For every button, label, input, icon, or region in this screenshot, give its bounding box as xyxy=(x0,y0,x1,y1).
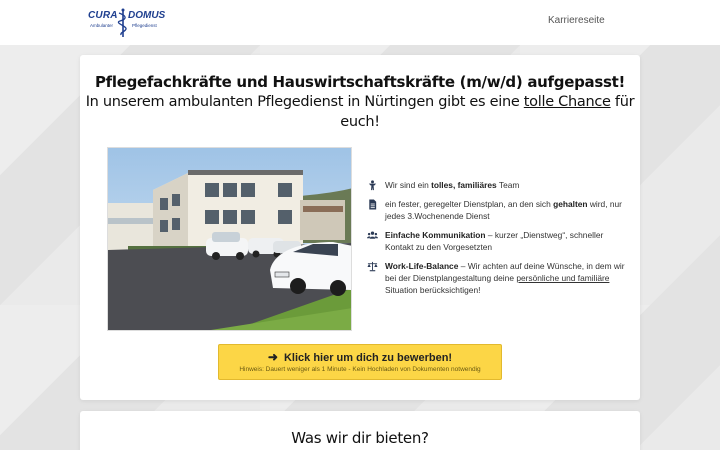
arrow-right-icon: ➜ xyxy=(267,350,278,364)
apply-button-label: Klick hier um dich zu bewerben! xyxy=(283,352,453,364)
top-navigation-bar: CURA DOMUS Ambulanter Pflegedienst Karri… xyxy=(0,0,720,45)
document-icon xyxy=(369,199,377,210)
feature-2-prefix: ein fester, geregelter Dienstplan, an de… xyxy=(385,199,554,209)
feature-4-suffix: Situation berücksichtigen! xyxy=(385,285,481,295)
office-building-photo xyxy=(107,147,352,331)
person-icon xyxy=(368,180,377,191)
headline-bold: Pflegefachkräfte und Hauswirtschaftskräf… xyxy=(94,73,626,91)
headline-part-1: In unserem ambulanten Pflegedienst in Nü… xyxy=(85,94,524,110)
logo-subtitle-left: Ambulanter xyxy=(90,23,114,28)
list-item: Einfache Kommunikation – kurzer „Dienstw… xyxy=(367,229,627,253)
logo-subtitle-right: Pflegedienst xyxy=(132,23,157,28)
feature-3-bold: Einfache Kommunikation xyxy=(385,230,486,240)
page-headline: Pflegefachkräfte und Hauswirtschaftskräf… xyxy=(80,72,640,132)
feature-1-bold: tolles, familiäres xyxy=(431,180,497,190)
benefits-card: Was wir dir bieten? xyxy=(80,411,640,450)
list-item: Work-Life-Balance – Wir achten auf deine… xyxy=(367,260,627,296)
feature-list: Wir sind ein tolles, familiäres Team ein… xyxy=(367,179,627,303)
group-icon xyxy=(367,231,378,239)
hero-card: Pflegefachkräfte und Hauswirtschaftskräf… xyxy=(80,55,640,400)
logo-word-right: DOMUS xyxy=(128,10,166,21)
headline-subline: In unserem ambulanten Pflegedienst in Nü… xyxy=(80,92,640,132)
balance-scale-icon xyxy=(367,261,378,272)
headline-underlined: tolle Chance xyxy=(523,94,611,110)
list-item: ein fester, geregelter Dienstplan, an de… xyxy=(367,198,627,222)
feature-1-suffix: Team xyxy=(496,180,520,190)
career-page-link[interactable]: Karriereseite xyxy=(548,15,605,26)
benefits-section-title: Was wir dir bieten? xyxy=(291,429,429,447)
feature-2-bold: gehalten xyxy=(553,199,588,209)
list-item: Wir sind ein tolles, familiäres Team xyxy=(367,179,627,191)
apply-now-button[interactable]: ➜ Klick hier um dich zu bewerben! Hinweis… xyxy=(218,344,502,380)
logo-word-left: CURA xyxy=(88,10,118,21)
apply-button-hint: Hinweis: Dauert weniger als 1 Minute - K… xyxy=(239,366,481,373)
apply-button-label-row: ➜ Klick hier um dich zu bewerben! xyxy=(219,350,501,364)
feature-4-underlined: persönliche und familiäre xyxy=(516,273,610,283)
cura-domus-logo[interactable]: CURA DOMUS Ambulanter Pflegedienst xyxy=(88,8,165,38)
feature-1-prefix: Wir sind ein xyxy=(385,180,432,190)
feature-4-bold: Work-Life-Balance xyxy=(385,261,459,271)
